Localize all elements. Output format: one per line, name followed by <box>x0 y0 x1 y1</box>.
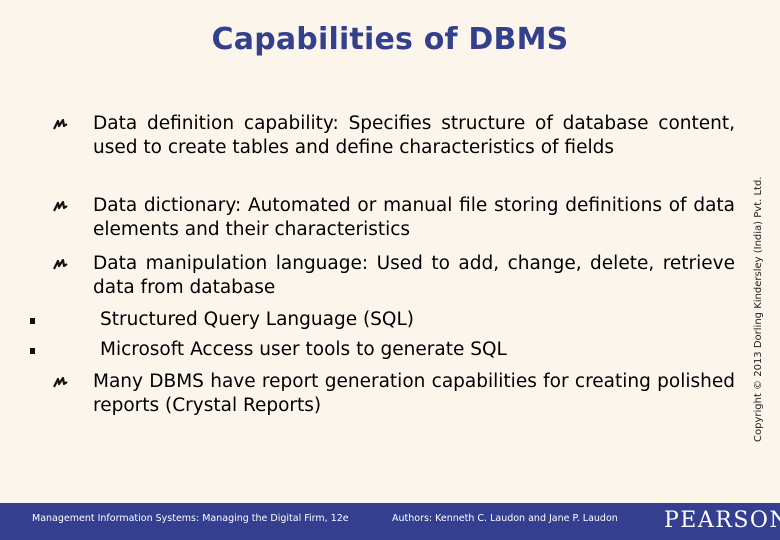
copyright-notice: Copyright © 2013 Dorling Kindersley (Ind… <box>753 176 764 443</box>
bullet-item: Many DBMS have report generation capabil… <box>53 370 735 418</box>
sub-bullet-item: Structured Query Language (SQL) <box>30 308 720 332</box>
bullet-text: Data dictionary: Automated or manual fil… <box>93 195 735 240</box>
sub-bullet-text: Structured Query Language (SQL) <box>100 309 415 330</box>
bullet-item: Data definition capability: Specifies st… <box>53 112 735 160</box>
slide-title: Capabilities of DBMS <box>211 22 569 57</box>
bullet-text: Data manipulation language: Used to add,… <box>93 253 735 298</box>
bullet-item: Data manipulation language: Used to add,… <box>53 252 735 300</box>
square-bullet-icon <box>30 348 35 354</box>
square-bullet-icon <box>30 318 35 324</box>
bullet-text: Data definition capability: Specifies st… <box>93 113 735 158</box>
pearson-logo: PEARSON <box>664 508 780 533</box>
curly-arrow-bullet-icon <box>53 376 68 388</box>
footer-authors: Authors: Kenneth C. Laudon and Jane P. L… <box>392 513 618 524</box>
bullet-text: Many DBMS have report generation capabil… <box>93 371 735 416</box>
footer-book-title: Management Information Systems: Managing… <box>32 513 349 524</box>
sub-bullet-item: Microsoft Access user tools to generate … <box>30 338 720 362</box>
curly-arrow-bullet-icon <box>53 118 68 130</box>
curly-arrow-bullet-icon <box>53 258 68 270</box>
sub-bullet-text: Microsoft Access user tools to generate … <box>100 339 507 360</box>
bullet-item: Data dictionary: Automated or manual fil… <box>53 194 735 242</box>
curly-arrow-bullet-icon <box>53 200 68 212</box>
footer-bar: Management Information Systems: Managing… <box>0 503 780 540</box>
